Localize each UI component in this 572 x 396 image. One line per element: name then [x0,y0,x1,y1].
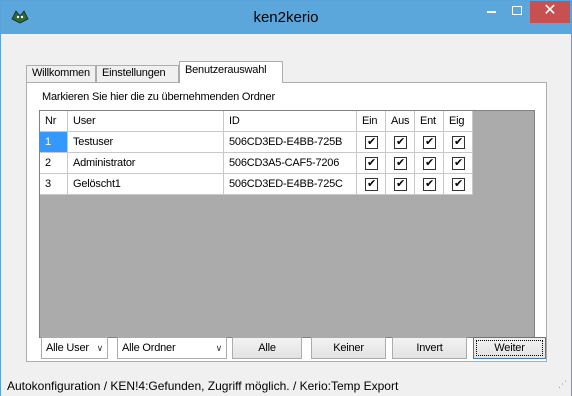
ein-cell: ✔ [357,153,386,174]
user-filter-value: Alle User [46,342,89,354]
tab-benutzerauswahl[interactable]: Benutzerauswahl [179,61,283,83]
ein-checkbox[interactable]: ✔ [365,157,378,170]
column-header-ein[interactable]: Ein [357,111,386,132]
resize-grip-icon[interactable]: ⋰ [558,375,567,394]
column-header-aus[interactable]: Aus [386,111,415,132]
tab-willkommen[interactable]: Willkommen [26,65,96,82]
row-id-cell[interactable]: 506CD3ED-E4BB-725B [224,132,357,153]
folder-grid[interactable]: Nr User ID Ein Aus Ent Eig 1 Testuser 50… [39,110,535,338]
column-header-nr[interactable]: Nr [40,111,68,132]
invert-button[interactable]: Invert [392,337,467,359]
aus-checkbox[interactable]: ✔ [394,178,407,191]
chevron-down-icon: ∨ [215,343,223,353]
maximize-button[interactable] [504,1,530,23]
chevron-down-icon: ∨ [96,343,104,353]
ein-cell: ✔ [357,174,386,195]
aus-checkbox[interactable]: ✔ [394,157,407,170]
column-header-eig[interactable]: Eig [444,111,473,132]
ent-cell: ✔ [415,174,444,195]
tab-einstellungen[interactable]: Einstellungen [96,65,179,82]
row-nr-cell[interactable]: 2 [40,153,68,174]
eig-cell: ✔ [444,132,473,153]
ent-checkbox[interactable]: ✔ [423,136,436,149]
eig-checkbox[interactable]: ✔ [452,178,465,191]
row-id-cell[interactable]: 506CD3A5-CAF5-7206 [224,153,357,174]
row-user-cell[interactable]: Gelöscht1 [68,174,224,195]
maximize-icon [512,6,522,15]
ein-cell: ✔ [357,132,386,153]
eig-cell: ✔ [444,153,473,174]
status-text: Autokonfiguration / KEN!4:Gefunden, Zugr… [7,379,399,393]
ent-cell: ✔ [415,132,444,153]
column-header-id[interactable]: ID [224,111,357,132]
title-bar[interactable]: ken2kerio ✕ [1,1,571,34]
minimize-icon [486,11,496,13]
aus-cell: ✔ [386,153,415,174]
close-icon: ✕ [543,2,557,19]
close-button[interactable]: ✕ [530,1,570,23]
ein-checkbox[interactable]: ✔ [365,178,378,191]
ordner-filter-value: Alle Ordner [122,342,176,354]
eig-checkbox[interactable]: ✔ [452,157,465,170]
ordner-filter-select[interactable]: Alle Ordner ∨ [117,337,227,359]
app-window: ken2kerio ✕ Willkommen Einstellungen Ben… [0,0,572,396]
aus-cell: ✔ [386,132,415,153]
row-id-cell[interactable]: 506CD3ED-E4BB-725C [224,174,357,195]
weiter-label: Weiter [476,340,543,356]
ein-checkbox[interactable]: ✔ [365,136,378,149]
alle-button[interactable]: Alle [232,337,302,359]
ent-cell: ✔ [415,153,444,174]
column-header-user[interactable]: User [68,111,224,132]
user-filter-select[interactable]: Alle User ∨ [41,337,108,359]
aus-cell: ✔ [386,174,415,195]
minimize-button[interactable] [478,1,504,23]
keiner-button[interactable]: Keiner [311,337,386,359]
row-user-cell[interactable]: Testuser [68,132,224,153]
ent-checkbox[interactable]: ✔ [423,157,436,170]
benutzerauswahl-panel: Markieren Sie hier die zu übernehmenden … [26,82,547,362]
row-user-cell[interactable]: Administrator [68,153,224,174]
row-nr-cell[interactable]: 3 [40,174,68,195]
eig-checkbox[interactable]: ✔ [452,136,465,149]
ent-checkbox[interactable]: ✔ [423,178,436,191]
instruction-label: Markieren Sie hier die zu übernehmenden … [42,91,275,103]
column-header-ent[interactable]: Ent [415,111,444,132]
aus-checkbox[interactable]: ✔ [394,136,407,149]
eig-cell: ✔ [444,174,473,195]
status-bar: Autokonfiguration / KEN!4:Gefunden, Zugr… [1,377,571,396]
weiter-button[interactable]: Weiter [473,337,546,359]
row-nr-cell[interactable]: 1 [40,132,68,153]
